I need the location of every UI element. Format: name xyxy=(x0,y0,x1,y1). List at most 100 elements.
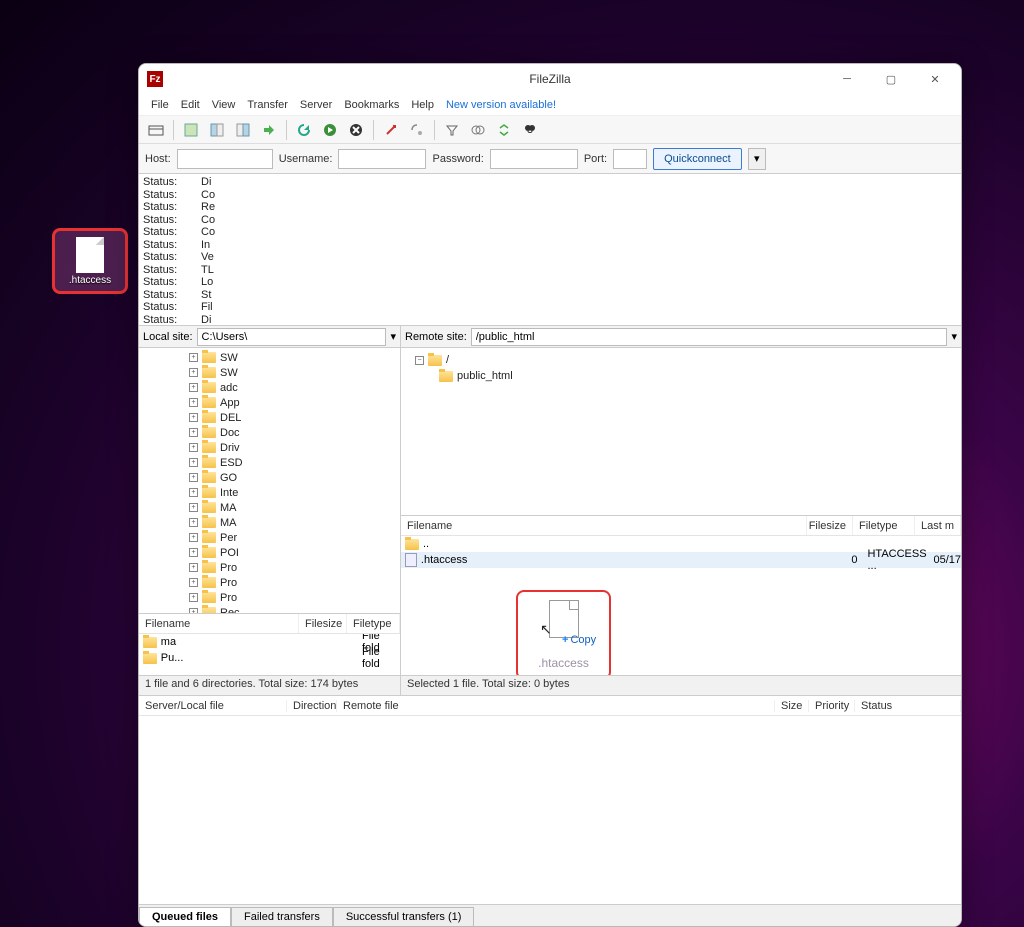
cancel-button[interactable] xyxy=(345,119,367,141)
expand-icon[interactable]: + xyxy=(189,458,198,467)
remote-tree[interactable]: − / public_html xyxy=(401,348,961,516)
col-lastmod[interactable]: Last m xyxy=(915,516,961,535)
site-manager-button[interactable] xyxy=(145,119,167,141)
list-item[interactable]: .htaccess0HTACCESS ...05/17 xyxy=(401,552,961,568)
maximize-button[interactable]: ▢ xyxy=(869,65,913,93)
expand-icon[interactable]: + xyxy=(189,368,198,377)
password-input[interactable] xyxy=(490,149,578,169)
minimize-button[interactable]: ─ xyxy=(825,65,869,93)
host-input[interactable] xyxy=(177,149,273,169)
disconnect-button[interactable] xyxy=(380,119,402,141)
tree-item[interactable]: +GO xyxy=(189,470,400,485)
username-input[interactable] xyxy=(338,149,426,169)
tree-item[interactable]: +DEL xyxy=(189,410,400,425)
toggle-log-button[interactable] xyxy=(180,119,202,141)
list-item[interactable]: maFile fold xyxy=(139,634,400,650)
tree-item[interactable]: +POI xyxy=(189,545,400,560)
expand-icon[interactable]: + xyxy=(189,593,198,602)
remote-site-input[interactable] xyxy=(471,328,948,346)
tree-item[interactable]: +Doc xyxy=(189,425,400,440)
menu-help[interactable]: Help xyxy=(411,99,434,111)
tree-item[interactable]: +adc xyxy=(189,380,400,395)
toggle-local-tree-button[interactable] xyxy=(206,119,228,141)
col-filetype[interactable]: Filetype xyxy=(347,614,400,633)
folder-icon xyxy=(405,539,419,550)
tree-item[interactable]: +Inte xyxy=(189,485,400,500)
remote-root[interactable]: / xyxy=(446,354,449,366)
menu-server[interactable]: Server xyxy=(300,99,332,111)
tree-item[interactable]: +MA xyxy=(189,500,400,515)
col-filename[interactable]: Filename xyxy=(139,614,299,633)
message-log[interactable]: Status:DiStatus:CoStatus:ReStatus:CoStat… xyxy=(139,174,961,326)
col-size[interactable]: Size xyxy=(775,700,809,712)
remote-file-list[interactable]: Filename Filesize Filetype Last m ↖ +Cop… xyxy=(401,516,961,675)
quickconnect-button[interactable]: Quickconnect xyxy=(653,148,742,170)
close-button[interactable]: ✕ xyxy=(913,65,957,93)
expand-icon[interactable]: + xyxy=(189,578,198,587)
tree-item[interactable]: +Rec xyxy=(189,605,400,613)
expand-icon[interactable]: + xyxy=(189,443,198,452)
local-file-list[interactable]: Filename Filesize Filetype maFile foldPu… xyxy=(139,613,400,675)
process-queue-button[interactable] xyxy=(319,119,341,141)
local-tree[interactable]: +SW+SW+adc+App+DEL+Doc+Driv+ESD+GO+Inte+… xyxy=(139,348,400,613)
toggle-remote-tree-button[interactable] xyxy=(232,119,254,141)
expand-icon[interactable]: + xyxy=(189,518,198,527)
tab-failed[interactable]: Failed transfers xyxy=(231,907,333,926)
expand-icon[interactable]: + xyxy=(189,503,198,512)
refresh-button[interactable] xyxy=(293,119,315,141)
compare-button[interactable] xyxy=(467,119,489,141)
menu-transfer[interactable]: Transfer xyxy=(247,99,288,111)
expand-icon[interactable]: + xyxy=(189,428,198,437)
expand-icon[interactable]: + xyxy=(189,563,198,572)
menu-bookmarks[interactable]: Bookmarks xyxy=(344,99,399,111)
expand-icon[interactable]: + xyxy=(189,488,198,497)
menu-view[interactable]: View xyxy=(212,99,236,111)
tree-item[interactable]: +Pro xyxy=(189,575,400,590)
col-filesize[interactable]: Filesize xyxy=(807,516,853,535)
menu-edit[interactable]: Edit xyxy=(181,99,200,111)
tree-item[interactable]: +Pro xyxy=(189,560,400,575)
tree-item[interactable]: +SW xyxy=(189,365,400,380)
menu-file[interactable]: File xyxy=(151,99,169,111)
col-direction[interactable]: Direction xyxy=(287,700,337,712)
tree-item[interactable]: +SW xyxy=(189,350,400,365)
expand-icon[interactable]: + xyxy=(189,398,198,407)
col-filesize[interactable]: Filesize xyxy=(299,614,347,633)
col-filename[interactable]: Filename xyxy=(401,516,807,535)
col-status[interactable]: Status xyxy=(855,700,961,712)
tree-item[interactable]: +Driv xyxy=(189,440,400,455)
expand-icon[interactable]: + xyxy=(189,383,198,392)
remote-folder[interactable]: public_html xyxy=(457,370,513,382)
local-site-input[interactable] xyxy=(197,328,387,346)
search-button[interactable] xyxy=(519,119,541,141)
tree-item[interactable]: +MA xyxy=(189,515,400,530)
expand-icon[interactable]: + xyxy=(189,473,198,482)
port-input[interactable] xyxy=(613,149,647,169)
filter-button[interactable] xyxy=(441,119,463,141)
col-server[interactable]: Server/Local file xyxy=(139,700,287,712)
col-priority[interactable]: Priority xyxy=(809,700,855,712)
transfer-queue[interactable] xyxy=(139,716,961,904)
tree-item[interactable]: +App xyxy=(189,395,400,410)
desktop-file-htaccess[interactable]: .htaccess xyxy=(52,228,128,294)
expand-icon[interactable]: + xyxy=(189,533,198,542)
tab-queued[interactable]: Queued files xyxy=(139,907,231,926)
tree-item[interactable]: +Per xyxy=(189,530,400,545)
col-filetype[interactable]: Filetype xyxy=(853,516,915,535)
expand-icon[interactable]: + xyxy=(189,548,198,557)
list-item[interactable]: Pu...File fold xyxy=(139,650,400,666)
sync-browse-button[interactable] xyxy=(493,119,515,141)
reconnect-button[interactable] xyxy=(406,119,428,141)
collapse-icon[interactable]: − xyxy=(415,356,424,365)
expand-icon[interactable]: + xyxy=(189,413,198,422)
toggle-queue-button[interactable] xyxy=(258,119,280,141)
col-remote[interactable]: Remote file xyxy=(337,700,775,712)
local-site-dropdown-icon[interactable]: ▾ xyxy=(390,330,396,343)
expand-icon[interactable]: + xyxy=(189,353,198,362)
tree-item[interactable]: +Pro xyxy=(189,590,400,605)
menu-new-version[interactable]: New version available! xyxy=(446,99,556,111)
tab-successful[interactable]: Successful transfers (1) xyxy=(333,907,475,926)
remote-site-dropdown-icon[interactable]: ▾ xyxy=(951,330,957,343)
tree-item[interactable]: +ESD xyxy=(189,455,400,470)
quickconnect-dropdown[interactable]: ▾ xyxy=(748,148,766,170)
